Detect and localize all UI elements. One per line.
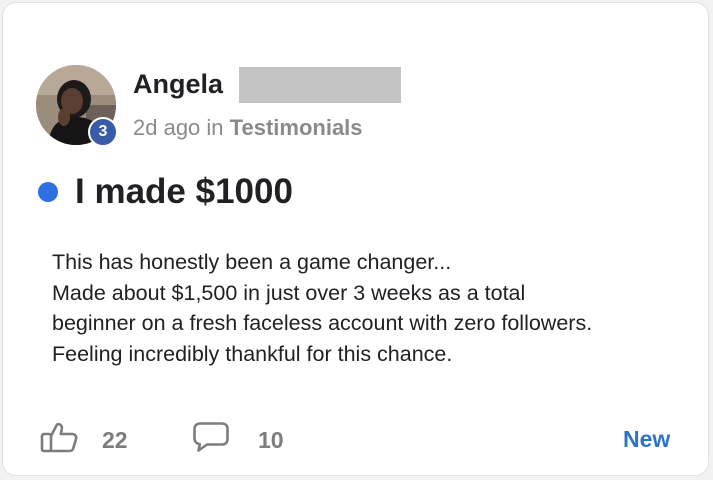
post-card[interactable]: 3 Angela 2d ago in Testimonials I made $… <box>2 2 709 476</box>
meta-in-word: in <box>206 115 224 140</box>
post-title[interactable]: I made $1000 <box>75 169 293 215</box>
author-name[interactable]: Angela <box>133 67 223 101</box>
thumbs-up-icon[interactable] <box>40 421 80 458</box>
like-count: 22 <box>102 426 128 453</box>
comment-button[interactable]: 10 <box>192 421 284 458</box>
like-button[interactable]: 22 <box>40 421 128 458</box>
level-badge: 3 <box>88 117 118 147</box>
author-avatar-group[interactable]: 3 <box>36 65 118 147</box>
name-redaction <box>239 67 401 103</box>
post-body[interactable]: This has honestly been a game changer...… <box>52 247 692 369</box>
comment-bubble-icon[interactable] <box>192 421 230 458</box>
post-body-line: This has honestly been a game changer... <box>52 250 452 274</box>
comment-count: 10 <box>258 426 284 453</box>
post-time[interactable]: 2d ago <box>133 115 200 140</box>
post-category-link[interactable]: Testimonials <box>230 115 363 140</box>
post-body-line: beginner on a fresh faceless account wit… <box>52 311 593 335</box>
new-badge: New <box>623 426 671 452</box>
post-body-line: Made about $1,500 in just over 3 weeks a… <box>52 280 526 305</box>
post-meta: 2d ago in Testimonials <box>133 114 363 142</box>
post-body-line: Feeling incredibly thankful for this cha… <box>52 341 453 366</box>
unread-dot <box>38 182 58 202</box>
